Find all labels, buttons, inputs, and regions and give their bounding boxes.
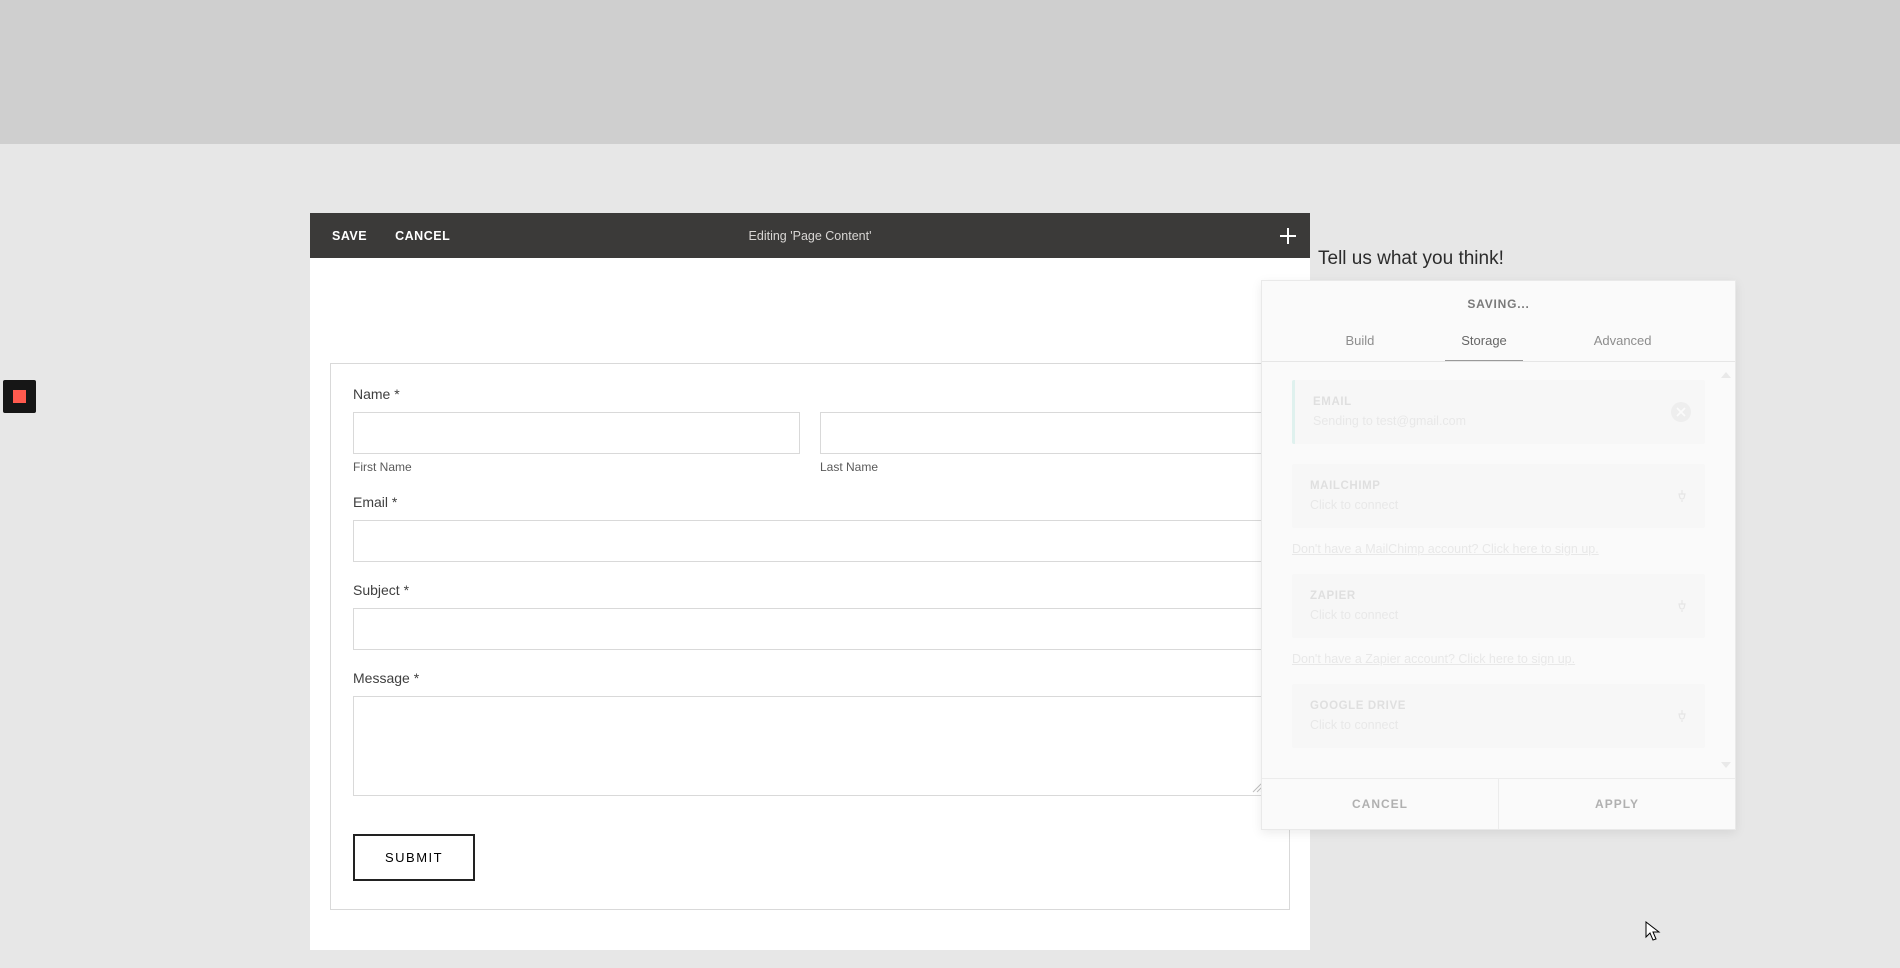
connection-email[interactable]: EMAIL Sending to test@gmail.com (1292, 380, 1705, 444)
panel-body: EMAIL Sending to test@gmail.com MAILCHIM… (1262, 362, 1735, 778)
record-badge[interactable] (3, 380, 36, 413)
connection-zapier-title: ZAPIER (1310, 590, 1687, 602)
editor-body: Name * First Name Last Name Email * (310, 258, 1310, 950)
subject-input[interactable] (353, 608, 1267, 650)
plug-icon (1675, 709, 1689, 723)
connection-mailchimp-title: MAILCHIMP (1310, 480, 1687, 492)
name-field-block: Name * First Name Last Name (353, 386, 1267, 474)
last-name-input[interactable] (820, 412, 1267, 454)
panel-cancel-button[interactable]: CANCEL (1262, 779, 1498, 829)
panel-apply-button[interactable]: APPLY (1498, 779, 1735, 829)
email-label: Email * (353, 494, 1267, 510)
add-block-button[interactable] (1278, 226, 1298, 246)
last-name-sublabel: Last Name (820, 460, 1267, 474)
connection-email-sub: Sending to test@gmail.com (1313, 414, 1687, 428)
email-field-block: Email * (353, 494, 1267, 562)
plug-icon (1675, 599, 1689, 613)
panel-footer: CANCEL APPLY (1262, 778, 1735, 829)
zapier-signup-link[interactable]: Don't have a Zapier account? Click here … (1292, 652, 1705, 666)
connection-zapier[interactable]: ZAPIER Click to connect (1292, 574, 1705, 638)
cancel-button[interactable]: CANCEL (395, 229, 450, 243)
scroll-down-icon[interactable] (1721, 762, 1731, 768)
storage-panel: SAVING... Build Storage Advanced EMAIL S… (1261, 280, 1736, 830)
connection-googledrive-sub: Click to connect (1310, 718, 1687, 732)
connection-zapier-sub: Click to connect (1310, 608, 1687, 622)
connection-googledrive[interactable]: GOOGLE DRIVE Click to connect (1292, 684, 1705, 748)
first-name-input[interactable] (353, 412, 800, 454)
subject-field-block: Subject * (353, 582, 1267, 650)
message-field-block: Message * (353, 670, 1267, 796)
editor-window: SAVE CANCEL Editing 'Page Content' Name … (310, 213, 1310, 950)
tab-advanced[interactable]: Advanced (1578, 323, 1668, 361)
mailchimp-signup-link[interactable]: Don't have a MailChimp account? Click he… (1292, 542, 1705, 556)
tab-build[interactable]: Build (1329, 323, 1390, 361)
message-label: Message * (353, 670, 1267, 686)
editor-title: Editing 'Page Content' (749, 229, 872, 243)
first-name-sublabel: First Name (353, 460, 800, 474)
connection-email-title: EMAIL (1313, 396, 1687, 408)
scroll-up-icon[interactable] (1721, 372, 1731, 378)
email-input[interactable] (353, 520, 1267, 562)
form-card: Name * First Name Last Name Email * (330, 363, 1290, 910)
plug-icon (1675, 489, 1689, 503)
editor-toolbar: SAVE CANCEL Editing 'Page Content' (310, 213, 1310, 258)
connection-mailchimp-sub: Click to connect (1310, 498, 1687, 512)
remove-email-button[interactable] (1671, 402, 1691, 422)
subject-label: Subject * (353, 582, 1267, 598)
name-label: Name * (353, 386, 1267, 402)
feedback-prompt: Tell us what you think! (1318, 248, 1504, 270)
top-band (0, 0, 1900, 144)
panel-status: SAVING... (1262, 281, 1735, 319)
connection-googledrive-title: GOOGLE DRIVE (1310, 700, 1687, 712)
close-icon (1676, 407, 1686, 417)
connection-mailchimp[interactable]: MAILCHIMP Click to connect (1292, 464, 1705, 528)
submit-button[interactable]: SUBMIT (353, 834, 475, 881)
tab-storage[interactable]: Storage (1445, 323, 1523, 361)
record-icon (13, 390, 26, 403)
save-button[interactable]: SAVE (332, 229, 367, 243)
panel-tabs: Build Storage Advanced (1262, 319, 1735, 362)
plus-icon (1278, 226, 1298, 246)
message-textarea[interactable] (353, 696, 1267, 796)
